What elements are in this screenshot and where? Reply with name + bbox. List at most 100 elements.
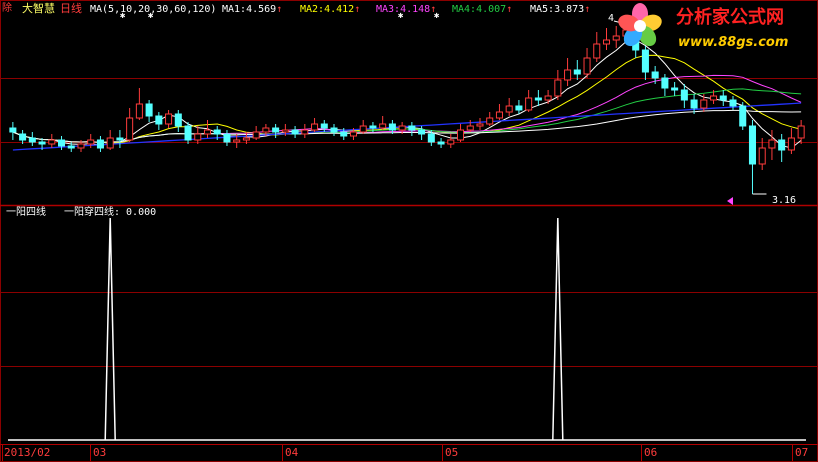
candle-body-up	[252, 131, 260, 139]
candle-body-down	[9, 127, 17, 133]
corner-tag: 除	[2, 3, 12, 14]
ma1-label: MA1:	[222, 4, 247, 15]
candle-body-up	[301, 129, 309, 135]
candle-body-up	[126, 117, 134, 141]
candle-body-down	[145, 103, 153, 117]
x-tick-04: 04	[285, 446, 299, 459]
candle-body-down	[719, 95, 727, 101]
ma1-arrow-icon: ↑	[276, 4, 283, 15]
candle-body-down	[388, 123, 396, 131]
stock-name: 大智慧	[22, 2, 55, 15]
watermark-logo: 分析家公式网 www.88gs.com	[612, 2, 818, 54]
signal-spike	[104, 217, 116, 441]
ma2-label: MA2:	[300, 4, 325, 15]
candle-body-up	[476, 123, 484, 127]
ma2-readout: MA2:4.412↑	[300, 4, 360, 16]
chart-canvas: ✱ ✱ ✱ ✱	[0, 0, 818, 462]
candle-body-up	[135, 103, 143, 119]
ma3-arrow-icon: ↑	[430, 4, 437, 15]
candle-body-up	[768, 139, 776, 149]
candle-body-down	[661, 77, 669, 89]
candle-body-down	[320, 123, 328, 129]
ma3-value: 4.148	[400, 4, 431, 15]
candle-body-up	[165, 113, 173, 125]
candle-body-down	[651, 71, 659, 79]
candle-body-down	[174, 113, 182, 127]
ma4-label: MA4:	[452, 4, 477, 15]
candle-body-up	[203, 129, 212, 135]
ma4-arrow-icon: ↑	[506, 4, 513, 15]
candle-body-down	[418, 129, 426, 135]
ma3-readout: MA3:4.148↑	[376, 4, 436, 16]
candle-body-down	[67, 145, 75, 149]
candle-body-up	[379, 123, 387, 129]
candle-body-up	[564, 69, 572, 81]
ma5-readout: MA5:3.873↑	[530, 4, 590, 16]
candle-body-up	[758, 147, 766, 165]
candle-body-up	[554, 79, 562, 97]
candle-body-down	[408, 125, 416, 131]
ma1-readout: MA1:4.569↑	[222, 4, 282, 16]
candle-body-down	[19, 133, 27, 141]
x-tick-06: 06	[644, 446, 658, 459]
ma2-value: 4.412	[324, 4, 355, 15]
candle-body-up	[525, 97, 533, 111]
ma5-arrow-icon: ↑	[584, 4, 591, 15]
candle-body-down	[96, 139, 104, 149]
indicator-name: 一阳四线	[6, 207, 46, 218]
candle-body-down	[369, 125, 377, 129]
indicator-output: 一阳穿四线: 0.000	[64, 207, 157, 218]
ma2-arrow-icon: ↑	[354, 4, 361, 15]
candle-body-down	[340, 131, 348, 137]
ma-spec: MA(5,10,20,30,60,120)	[90, 4, 217, 15]
candle-body-down	[778, 139, 786, 151]
candle-body-up	[700, 99, 708, 109]
candle-body-down	[534, 97, 542, 101]
ma3-label: MA3:	[376, 4, 401, 15]
candle-body-down	[272, 127, 280, 133]
candle-body-down	[155, 115, 163, 125]
candle-body-up	[602, 39, 611, 45]
watermark-title: 分析家公式网	[676, 7, 784, 28]
candle-body-up	[77, 143, 85, 149]
candle-body-up	[349, 131, 357, 137]
candle-body-up	[311, 123, 319, 131]
candle-body-down	[427, 133, 435, 143]
candle-body-up	[593, 43, 601, 59]
candle-body-up	[797, 125, 805, 139]
candle-body-up	[359, 125, 367, 133]
candle-body-up	[544, 95, 552, 101]
ma1-value: 4.569	[246, 4, 277, 15]
candle-body-up	[710, 95, 718, 101]
cursor-marker-icon	[727, 197, 733, 205]
candle-body-up	[447, 139, 455, 145]
candle-body-down	[58, 139, 66, 147]
signal-spike	[552, 217, 564, 441]
x-tick-05: 05	[445, 446, 459, 459]
low-price-label: 3.16	[772, 195, 797, 206]
chart-window: ✱ ✱ ✱ ✱ 除 大智慧 日线 MA(5,10,20,30,60,120) MA1:…	[0, 0, 818, 462]
candle-body-up	[495, 111, 503, 119]
candle-body-down	[515, 105, 523, 111]
candle-body-up	[87, 139, 95, 145]
candle-body-down	[437, 141, 445, 145]
x-tick-03: 03	[93, 446, 107, 459]
candle-body-up	[233, 139, 241, 143]
candle-body-up	[106, 137, 114, 149]
candle-body-down	[184, 125, 192, 141]
ma5-label: MA5:	[530, 4, 555, 15]
candle-body-up	[466, 125, 474, 131]
candle-body-up	[48, 139, 56, 145]
candle-body-down	[573, 69, 581, 75]
candle-body-up	[787, 137, 795, 151]
candle-body-up	[486, 117, 494, 125]
candle-body-down	[28, 137, 36, 143]
candle-body-up	[281, 129, 289, 133]
ma4-readout: MA4:4.007↑	[452, 4, 512, 16]
watermark-url: www.88gs.com	[678, 35, 789, 50]
candle-body-down	[690, 99, 698, 109]
candle-body-up	[583, 57, 591, 75]
candle-body-down	[38, 141, 46, 145]
candle-body-down	[739, 105, 747, 127]
x-tick-2013-02: 2013/02	[4, 446, 51, 459]
